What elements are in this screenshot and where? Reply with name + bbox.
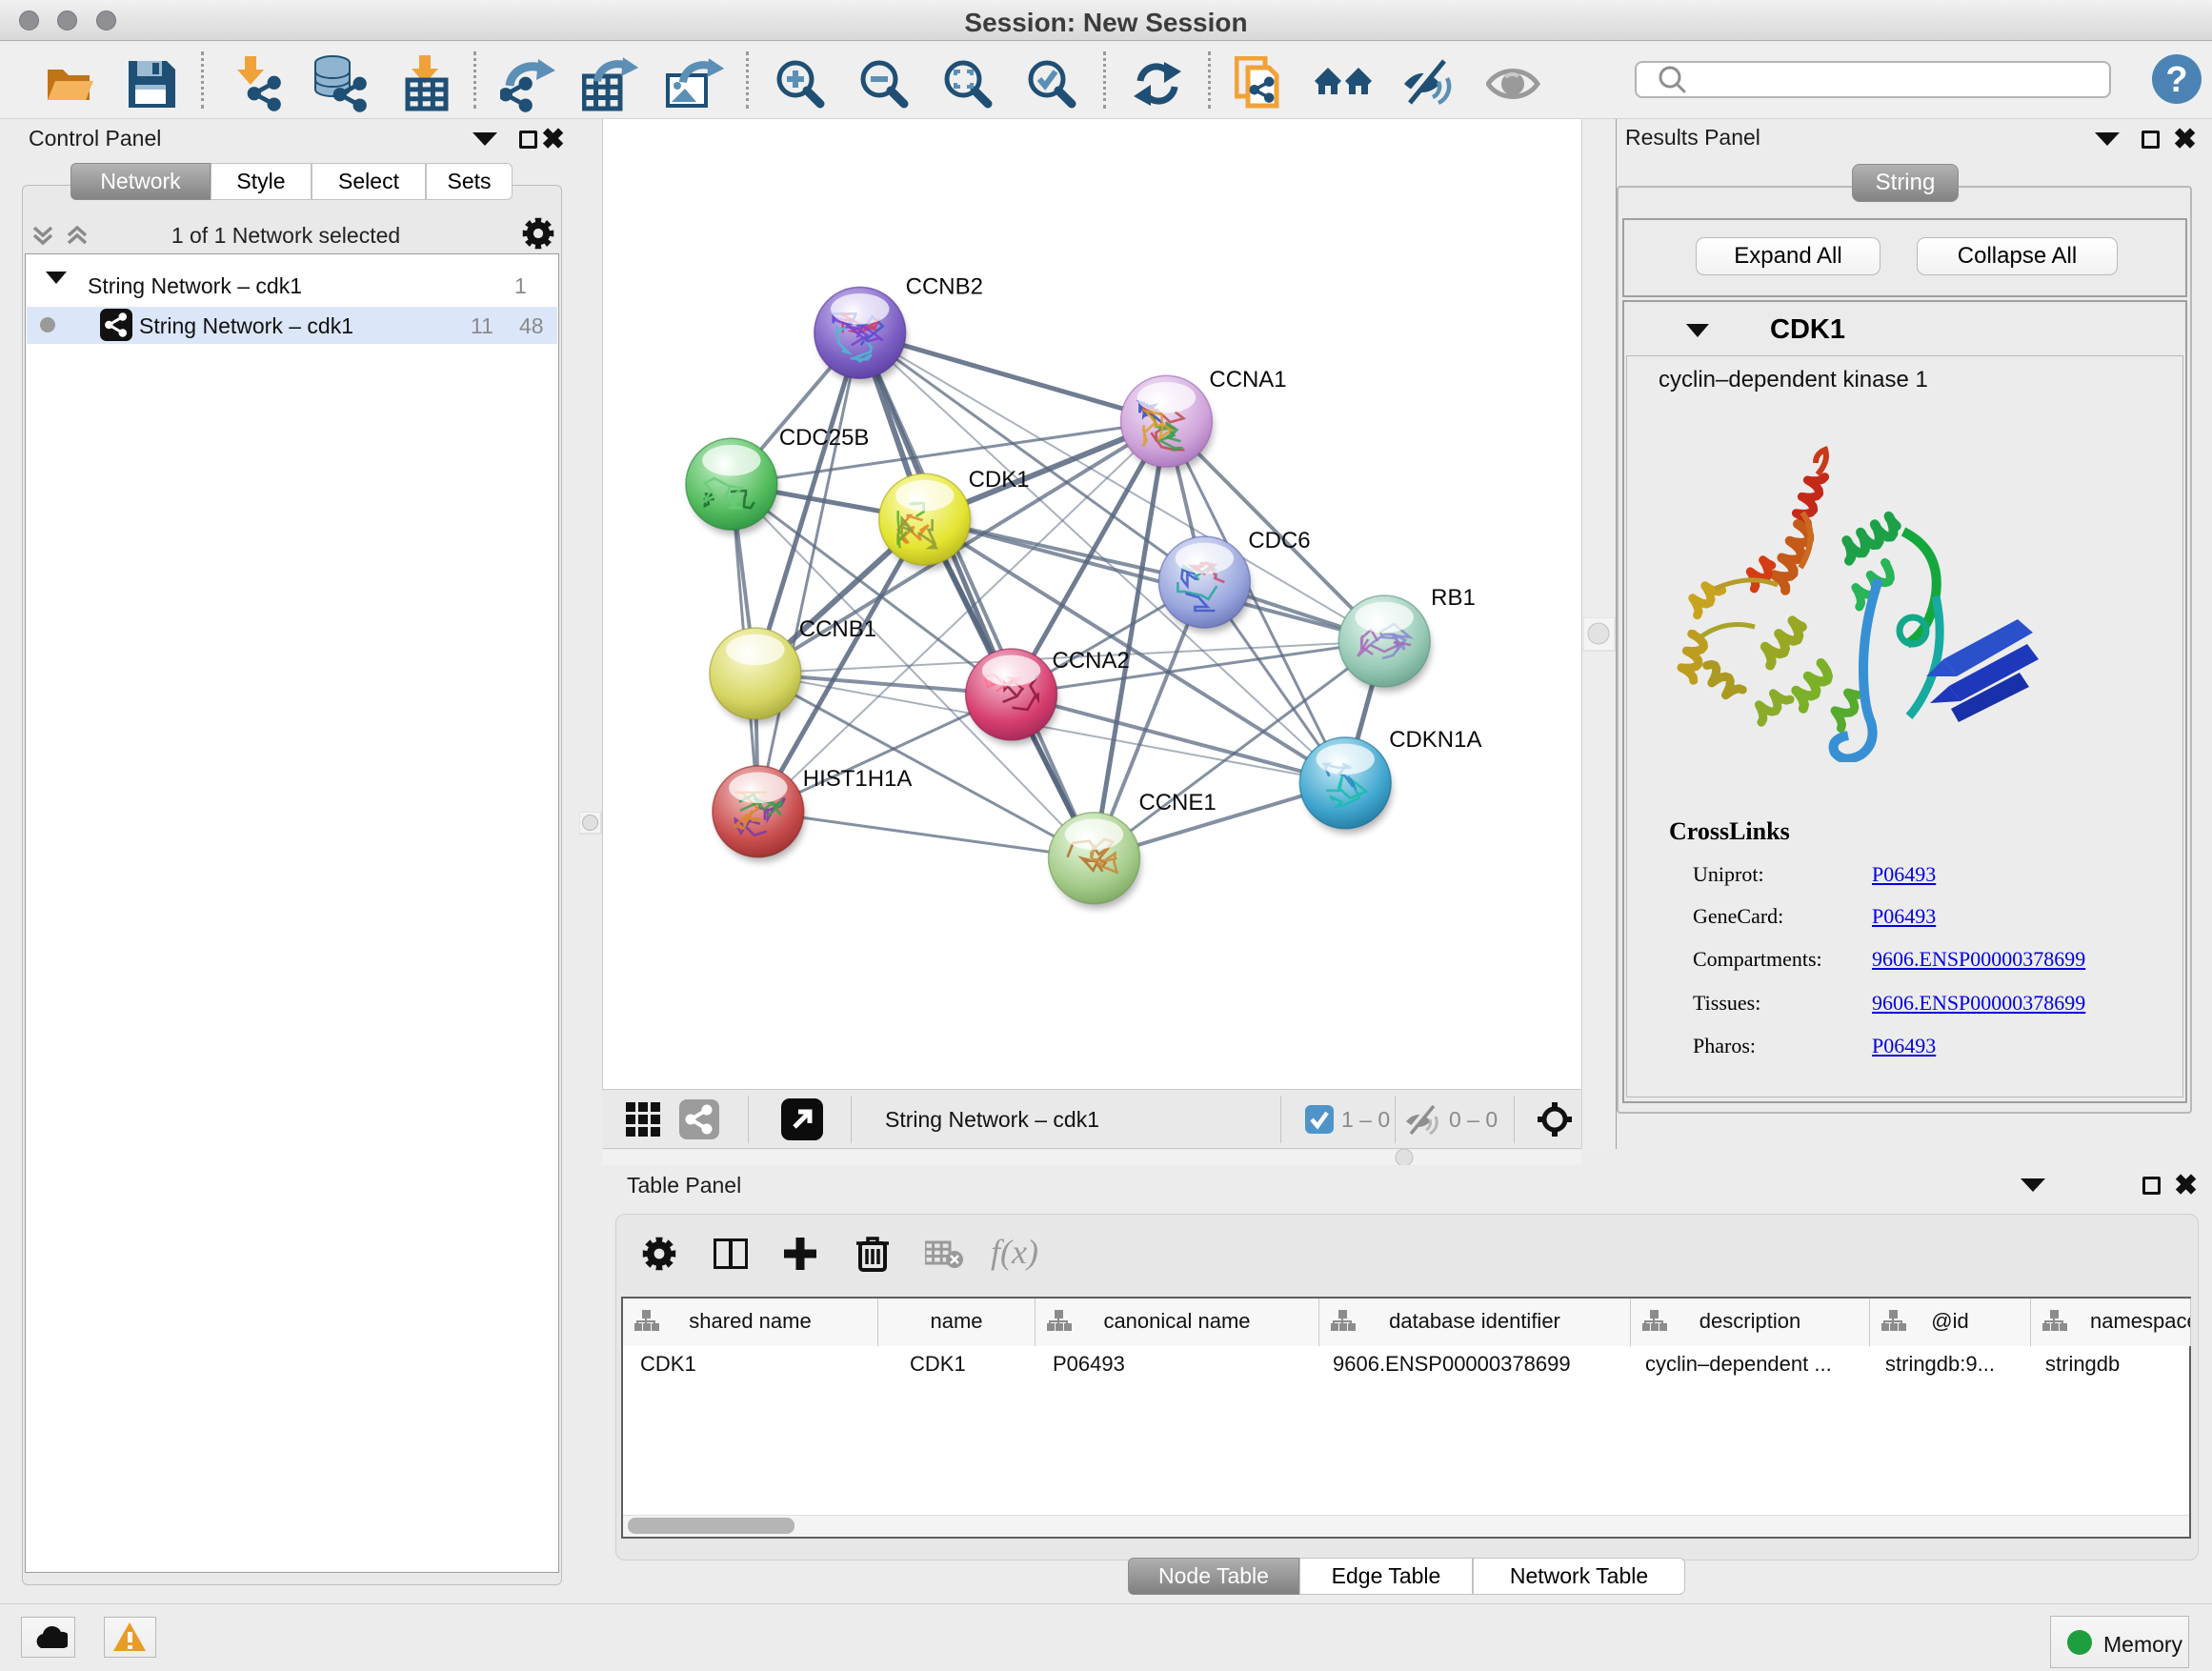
svg-text:HIST1H1A: HIST1H1A: [803, 766, 913, 792]
svg-text:CDK1: CDK1: [969, 467, 1030, 493]
svg-text:RB1: RB1: [1431, 585, 1476, 611]
svg-text:CCNE1: CCNE1: [1138, 790, 1216, 815]
svg-text:CCNA2: CCNA2: [1053, 648, 1130, 674]
svg-text:CCNB1: CCNB1: [799, 616, 876, 642]
svg-text:CCNA1: CCNA1: [1209, 367, 1286, 393]
svg-text:CDKN1A: CDKN1A: [1389, 727, 1481, 753]
svg-text:CCNB2: CCNB2: [906, 273, 983, 299]
svg-text:CDC6: CDC6: [1248, 528, 1310, 554]
svg-text:CDC25B: CDC25B: [779, 425, 870, 451]
svg-text:?: ?: [2165, 60, 2187, 100]
